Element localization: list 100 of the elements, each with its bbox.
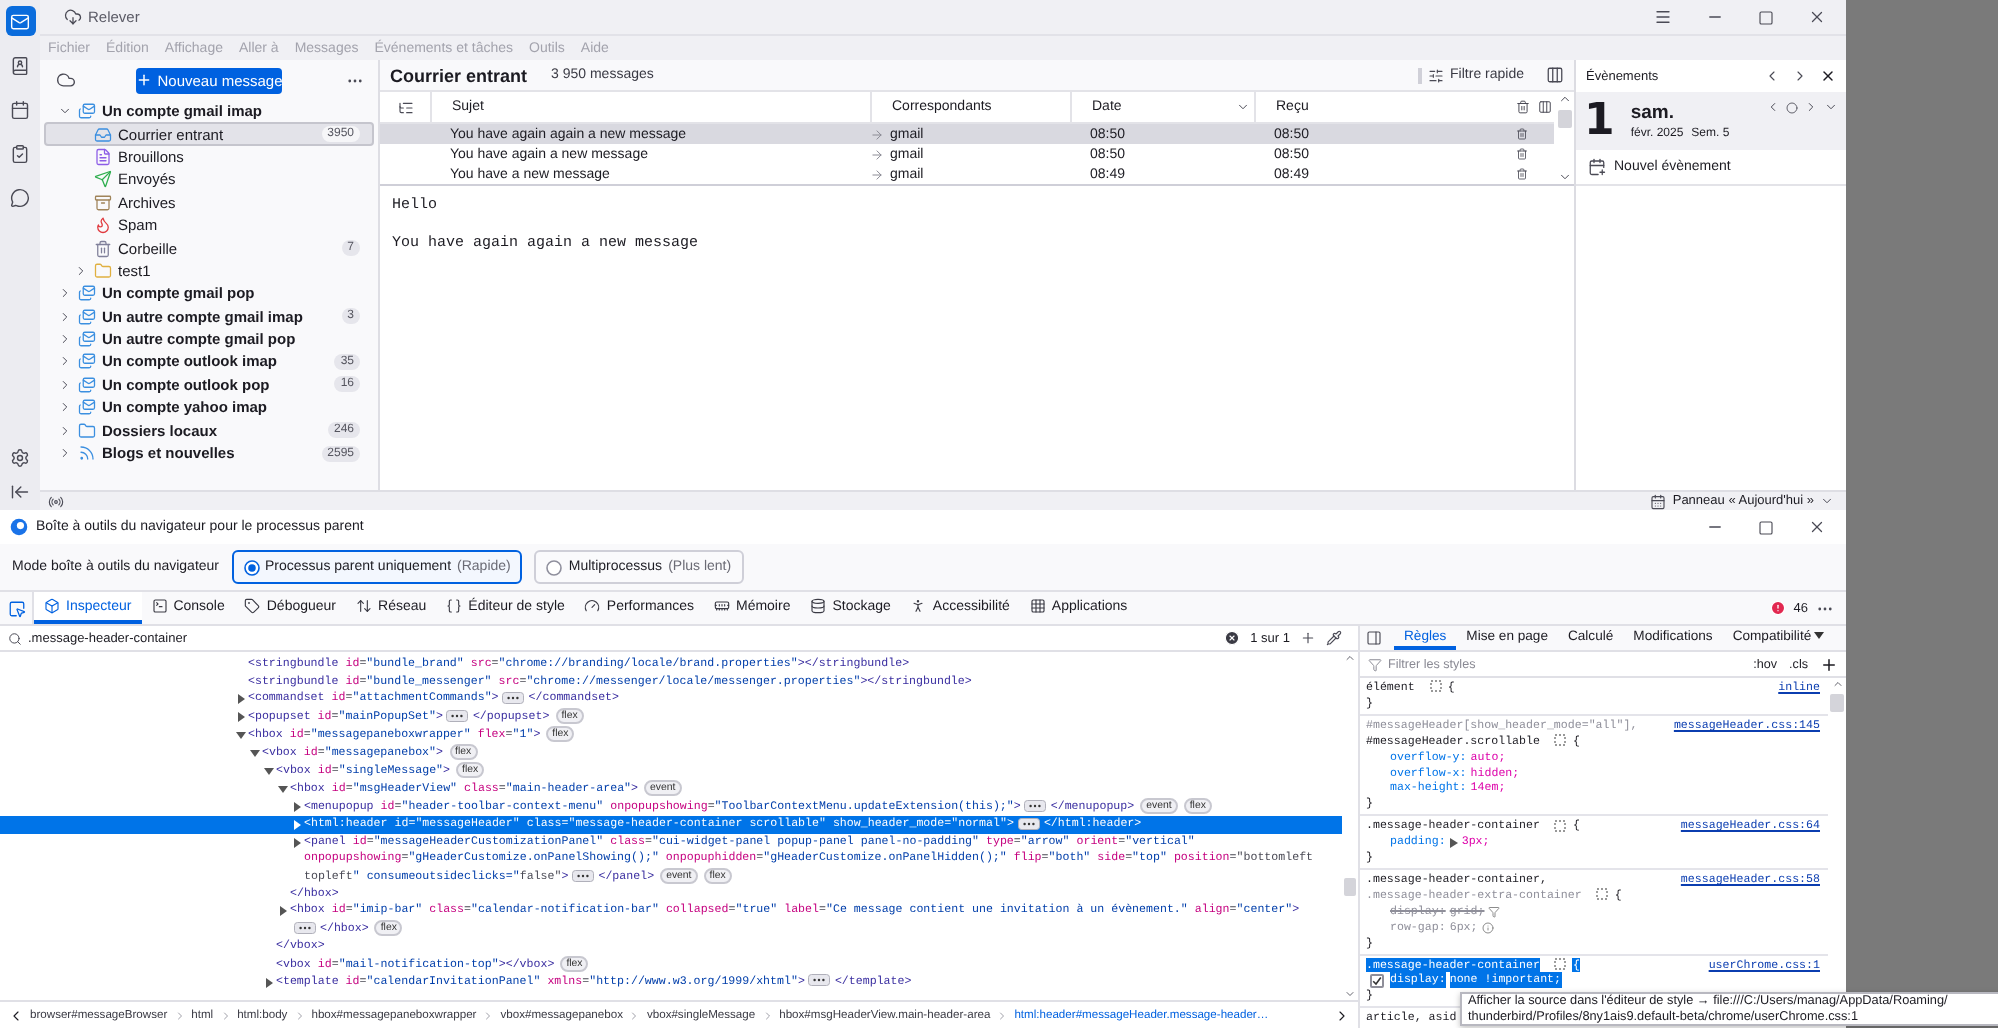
close-icon[interactable]	[1808, 8, 1826, 26]
chevron-right-icon	[761, 1009, 774, 1021]
caret-right-icon[interactable]	[1449, 837, 1458, 848]
checkbox[interactable]	[1370, 974, 1384, 989]
ellipsis-icon[interactable]	[572, 869, 595, 882]
dotted-square-icon[interactable]	[1554, 819, 1567, 832]
chevron-right-icon	[219, 1009, 232, 1021]
scroll-down-icon[interactable]	[1557, 170, 1571, 184]
caret-down-icon[interactable]	[250, 747, 260, 758]
grid-icon	[1029, 598, 1046, 614]
ellipsis-icon[interactable]	[808, 974, 831, 987]
plus-icon	[135, 72, 152, 88]
trash-icon[interactable]	[1516, 128, 1528, 140]
weekday: sam.	[1630, 102, 1676, 124]
columns-icon[interactable]	[1546, 66, 1564, 84]
arrow-right-icon	[870, 167, 884, 181]
ellipsis-icon[interactable]	[446, 709, 469, 722]
trash-icon[interactable]	[1516, 168, 1528, 180]
envelopes-icon	[78, 398, 96, 417]
envelopes-icon	[78, 307, 96, 326]
calendar-plus-icon	[1588, 158, 1606, 176]
ellipsis-icon[interactable]	[294, 921, 316, 934]
ellipsis-icon[interactable]	[502, 691, 525, 704]
inbox-icon	[94, 125, 112, 144]
caret-down-icon[interactable]	[278, 783, 288, 794]
arrow-right-icon	[870, 127, 884, 141]
caret-right-icon[interactable]	[292, 837, 302, 848]
thread-icon[interactable]	[397, 99, 413, 115]
address-book-icon	[10, 55, 30, 75]
sliders-icon	[1428, 67, 1445, 83]
envelopes-icon	[78, 284, 96, 303]
scroll-up-icon[interactable]	[1557, 92, 1571, 106]
close-icon[interactable]	[1808, 518, 1826, 536]
error-icon	[1769, 600, 1786, 616]
space-button[interactable]	[5, 6, 35, 36]
trash-icon[interactable]	[1515, 100, 1529, 114]
envelopes-icon	[78, 352, 96, 371]
chevron-right-icon[interactable]	[1334, 1007, 1350, 1023]
archive-box-icon	[94, 193, 112, 212]
caret-down-icon[interactable]	[236, 729, 246, 740]
scrollbar-thumb[interactable]	[1344, 878, 1356, 896]
tag-icon	[244, 598, 261, 614]
scrollbar-thumb[interactable]	[1557, 110, 1571, 128]
pointer-square-icon	[7, 599, 25, 617]
plus-icon[interactable]	[1820, 655, 1838, 673]
caret-right-icon[interactable]	[292, 820, 302, 831]
document-icon	[94, 147, 112, 166]
close-icon[interactable]	[1820, 68, 1836, 84]
cloud-icon[interactable]	[56, 70, 76, 90]
scrollbar-thumb[interactable]	[1830, 694, 1844, 712]
trash-icon[interactable]	[1516, 148, 1528, 160]
funnel-icon[interactable]	[1488, 905, 1501, 918]
envelopes-icon	[78, 330, 96, 349]
trash-icon	[94, 239, 112, 258]
folder-icon	[78, 421, 96, 440]
day-number: 1	[1584, 96, 1615, 146]
caret-down-icon[interactable]	[264, 765, 274, 776]
maximize-icon[interactable]	[1758, 519, 1774, 535]
chevron-left-icon[interactable]	[8, 1007, 24, 1023]
dotted-square-icon[interactable]	[1596, 888, 1609, 901]
chat-bubble-icon	[10, 187, 30, 207]
cloud-download-icon	[64, 8, 82, 26]
memory-chip-icon	[713, 598, 730, 614]
up-down-arrows-icon	[356, 598, 373, 614]
braces-icon	[446, 598, 463, 614]
radio-waves-icon[interactable]	[48, 493, 64, 509]
ellipsis-icon[interactable]	[1024, 800, 1047, 813]
arrow-right-icon	[870, 147, 884, 161]
devtools-logo	[10, 518, 28, 536]
calendar-icon	[1650, 493, 1667, 509]
menu-icon[interactable]	[1654, 8, 1672, 26]
chevron-right-icon	[293, 1009, 306, 1021]
maximize-icon[interactable]	[1758, 9, 1774, 25]
collapse-icon[interactable]	[10, 482, 30, 502]
chevron-right-icon	[996, 1009, 1009, 1021]
chevron-down-icon[interactable]	[57, 104, 71, 119]
settings-icon[interactable]	[10, 448, 30, 468]
eyedropper-icon[interactable]	[1326, 630, 1342, 646]
dotted-square-icon[interactable]	[1429, 680, 1442, 693]
caret-right-icon[interactable]	[278, 906, 288, 917]
sidebar-toggle-icon[interactable]	[1366, 630, 1382, 646]
clear-icon[interactable]	[1224, 630, 1241, 646]
caret-right-icon[interactable]	[236, 711, 246, 722]
caret-right-icon[interactable]	[264, 977, 274, 988]
dotted-square-icon[interactable]	[1554, 734, 1567, 747]
chevron-right-icon	[173, 1009, 186, 1021]
plus-icon[interactable]	[1300, 630, 1316, 646]
rss-icon	[78, 444, 96, 463]
envelopes-icon	[78, 375, 96, 394]
ellipsis-icon[interactable]	[1017, 817, 1040, 830]
person-icon	[910, 598, 927, 614]
caret-right-icon[interactable]	[292, 802, 302, 813]
calendar-icon	[10, 99, 30, 119]
caret-right-icon[interactable]	[236, 694, 246, 705]
dotted-square-icon[interactable]	[1554, 957, 1567, 970]
circle-icon[interactable]	[1786, 101, 1798, 113]
box-icon	[44, 598, 60, 614]
column-picker-icon[interactable]	[1537, 100, 1551, 114]
chevron-down-icon[interactable]	[1824, 100, 1838, 114]
gauge-icon	[584, 598, 601, 614]
